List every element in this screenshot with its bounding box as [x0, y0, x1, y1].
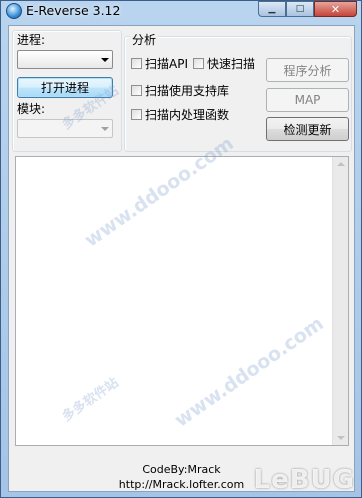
scan-api-label: 扫描API — [145, 57, 188, 71]
scan-inner-func-label: 扫描内处理函数 — [145, 108, 230, 122]
program-analysis-button[interactable]: 程序分析 — [266, 58, 349, 82]
checkbox-box[interactable] — [131, 85, 142, 96]
scan-api-checkbox[interactable]: 扫描API — [131, 55, 188, 72]
client-area: 进程: 打开进程 模块: 分析 扫描API 快速扫描 扫描使用支持库 扫描内处理… — [8, 25, 355, 492]
process-select[interactable] — [17, 50, 113, 69]
close-button[interactable]: ✕ — [314, 1, 357, 17]
process-label: 进程: — [17, 33, 46, 47]
main-window: E-Reverse 3.12 ▁ □ ✕ 进程: 打开进程 模块: 分析 扫描A… — [0, 0, 362, 498]
app-icon — [6, 3, 22, 19]
scan-support-lib-label: 扫描使用支持库 — [145, 84, 230, 98]
title-bar[interactable]: E-Reverse 3.12 ▁ □ ✕ — [1, 1, 361, 21]
vertical-scrollbar[interactable] — [332, 157, 348, 445]
maximize-icon: □ — [295, 4, 305, 14]
check-update-button[interactable]: 检测更新 — [266, 117, 349, 141]
caption-buttons: ▁ □ ✕ — [258, 1, 357, 17]
close-icon: ✕ — [330, 2, 341, 16]
open-process-button[interactable]: 打开进程 — [17, 77, 113, 98]
scroll-down-icon[interactable] — [337, 436, 345, 440]
minimize-button[interactable]: ▁ — [258, 1, 286, 17]
fast-scan-checkbox[interactable]: 快速扫描 — [193, 55, 255, 72]
log-textarea[interactable] — [15, 156, 349, 446]
checkbox-box[interactable] — [131, 58, 142, 69]
fast-scan-label: 快速扫描 — [207, 57, 256, 71]
module-label: 模块: — [17, 102, 46, 116]
minimize-icon: ▁ — [268, 4, 276, 14]
brand-watermark: LeBUG — [253, 465, 355, 495]
scroll-up-icon[interactable] — [337, 162, 345, 166]
module-select[interactable] — [17, 119, 113, 138]
checkbox-box[interactable] — [193, 58, 204, 69]
analysis-label: 分析 — [130, 31, 159, 48]
maximize-button[interactable]: □ — [286, 1, 314, 17]
map-button[interactable]: MAP — [266, 88, 349, 112]
scan-support-lib-checkbox[interactable]: 扫描使用支持库 — [131, 82, 229, 99]
window-title: E-Reverse 3.12 — [26, 3, 121, 18]
checkbox-box[interactable] — [131, 109, 142, 120]
scan-inner-func-checkbox[interactable]: 扫描内处理函数 — [131, 106, 229, 123]
